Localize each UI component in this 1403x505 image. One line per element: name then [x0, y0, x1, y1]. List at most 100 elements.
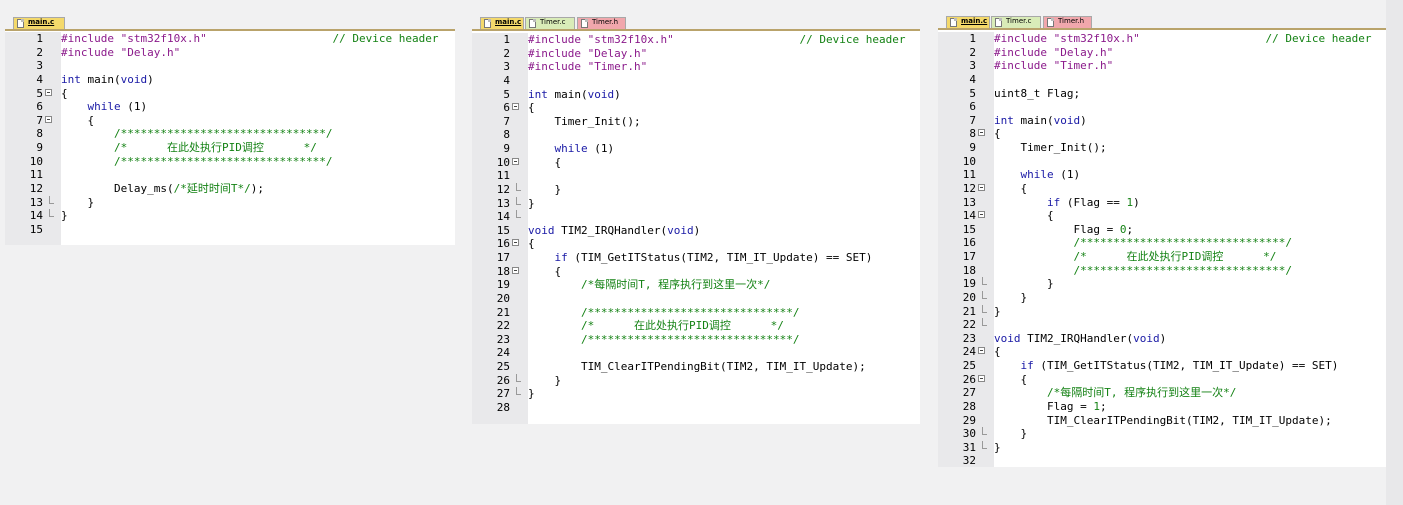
- code-line: 10: [938, 155, 1386, 169]
- fold-minus-icon[interactable]: [977, 182, 989, 196]
- fold-guide: [977, 87, 989, 101]
- fold-guide: [977, 454, 989, 467]
- code-line: 27}: [472, 387, 920, 401]
- fold-minus-icon[interactable]: [977, 127, 989, 141]
- code-area[interactable]: 1 #include "stm32f10x.h" // Device header…: [472, 33, 920, 424]
- code-token: #include: [528, 60, 588, 74]
- fold-minus-icon[interactable]: [511, 237, 523, 251]
- window-scrollbar[interactable]: [1386, 0, 1403, 505]
- code-token: uint8_t Flag;: [994, 86, 1081, 100]
- tab-timer-c[interactable]: Timer.c: [525, 17, 575, 29]
- code-text: {: [994, 209, 1054, 223]
- fold-guide: [44, 32, 56, 46]
- line-number: 15: [962, 222, 976, 236]
- tab-main-c[interactable]: main.c: [946, 16, 990, 28]
- fold-minus-icon[interactable]: [44, 114, 56, 128]
- code-text: while (1): [994, 168, 1081, 182]
- code-token: {: [994, 345, 1001, 359]
- code-token: int: [528, 87, 548, 101]
- code-token: while: [554, 142, 588, 155]
- line-number: 7: [503, 114, 510, 128]
- code-text: int main(void): [994, 114, 1087, 128]
- fold-minus-icon[interactable]: [511, 101, 523, 115]
- fold-minus-icon[interactable]: [977, 373, 989, 387]
- line-number: 6: [503, 101, 510, 115]
- fold-guide: [511, 333, 523, 347]
- fold-minus-icon[interactable]: [977, 209, 989, 223]
- code-line: 20 }: [938, 290, 1386, 305]
- code-text: while (1): [61, 100, 148, 114]
- tab-main-c[interactable]: main.c: [480, 17, 524, 29]
- code-token: /*******************************/: [113, 154, 333, 168]
- code-area[interactable]: 1 #include "stm32f10x.h" // Device header…: [5, 32, 455, 245]
- code-token: /* 在此处执行PID调控 */: [1073, 250, 1277, 263]
- file-icon: [581, 19, 588, 28]
- code-text: /*******************************/: [61, 155, 333, 169]
- code-line: 6{: [472, 101, 920, 115]
- fold-minus-icon[interactable]: [511, 156, 523, 170]
- code-text: /* 在此处执行PID调控 */: [61, 141, 317, 155]
- line-number: 8: [36, 127, 43, 141]
- code-token: {: [528, 264, 562, 278]
- fold-guide: [977, 414, 989, 428]
- code-text: /*******************************/: [994, 236, 1292, 250]
- tab-timer-h[interactable]: Timer.h: [577, 17, 626, 29]
- tab-main-c[interactable]: main.c: [13, 17, 65, 29]
- fold-guide: [977, 155, 989, 169]
- fold-minus-icon[interactable]: [977, 345, 989, 359]
- code-token: /*******************************/: [113, 127, 333, 141]
- code-text: {: [994, 373, 1027, 387]
- fold-minus-icon[interactable]: [511, 265, 523, 279]
- line-number: 13: [29, 195, 43, 209]
- code-token: (TIM_GetITStatus(TIM2, TIM_IT_Update) ==…: [567, 251, 873, 264]
- code-line: 3 #include "Timer.h": [472, 60, 920, 74]
- code-line: 25 TIM_ClearITPendingBit(TIM2, TIM_IT_Up…: [472, 360, 920, 374]
- line-number: 8: [503, 128, 510, 142]
- code-text: TIM_ClearITPendingBit(TIM2, TIM_IT_Updat…: [994, 414, 1332, 428]
- tab-timer-c[interactable]: Timer.c: [991, 16, 1041, 28]
- code-line: 12 {: [938, 182, 1386, 196]
- fold-guide: [977, 236, 989, 250]
- code-text: if (TIM_GetITStatus(TIM2, TIM_IT_Update)…: [994, 359, 1339, 373]
- code-token: {: [994, 181, 1028, 195]
- fold-guide: [44, 155, 56, 169]
- code-token: ): [1159, 331, 1167, 345]
- code-text: while (1): [528, 142, 615, 156]
- line-number: 6: [36, 100, 43, 114]
- code-line: 6: [938, 100, 1386, 114]
- fold-guide: [511, 196, 523, 211]
- line-number: 22: [496, 319, 510, 333]
- editor-panel-1: main.c 1 #include "stm32f10x.h" // Device…: [5, 16, 455, 245]
- tab-timer-h[interactable]: Timer.h: [1043, 16, 1092, 28]
- code-text: /*******************************/: [994, 264, 1292, 278]
- code-token: }: [528, 196, 535, 210]
- code-line: 7 int main(void): [938, 114, 1386, 128]
- fold-guide: [511, 74, 523, 88]
- code-token: {: [994, 127, 1001, 141]
- code-token: }: [61, 209, 68, 223]
- fold-guide: [44, 59, 56, 73]
- line-number: 4: [36, 72, 43, 86]
- fold-minus-icon[interactable]: [44, 87, 56, 101]
- code-line: 13}: [472, 196, 920, 211]
- fold-guide: [511, 33, 523, 47]
- code-line: 28: [472, 401, 920, 415]
- line-number: 3: [503, 60, 510, 74]
- code-text: Flag = 1;: [994, 400, 1107, 414]
- code-text: }: [61, 209, 68, 223]
- code-text: {: [528, 265, 561, 279]
- code-token: #include: [61, 45, 121, 59]
- fold-guide: [511, 182, 523, 197]
- line-number: 14: [962, 209, 976, 223]
- line-number: 13: [496, 196, 510, 210]
- code-token: ;: [1099, 399, 1107, 413]
- fold-guide: [977, 32, 989, 46]
- code-line: 5{: [5, 87, 455, 101]
- code-line: 4: [472, 74, 920, 88]
- code-area[interactable]: 1 #include "stm32f10x.h" // Device header…: [938, 32, 1386, 467]
- code-token: "Delay.h": [587, 46, 648, 60]
- code-token: /*******************************/: [1073, 263, 1293, 277]
- code-token: }: [994, 440, 1001, 454]
- code-token: if: [554, 251, 568, 264]
